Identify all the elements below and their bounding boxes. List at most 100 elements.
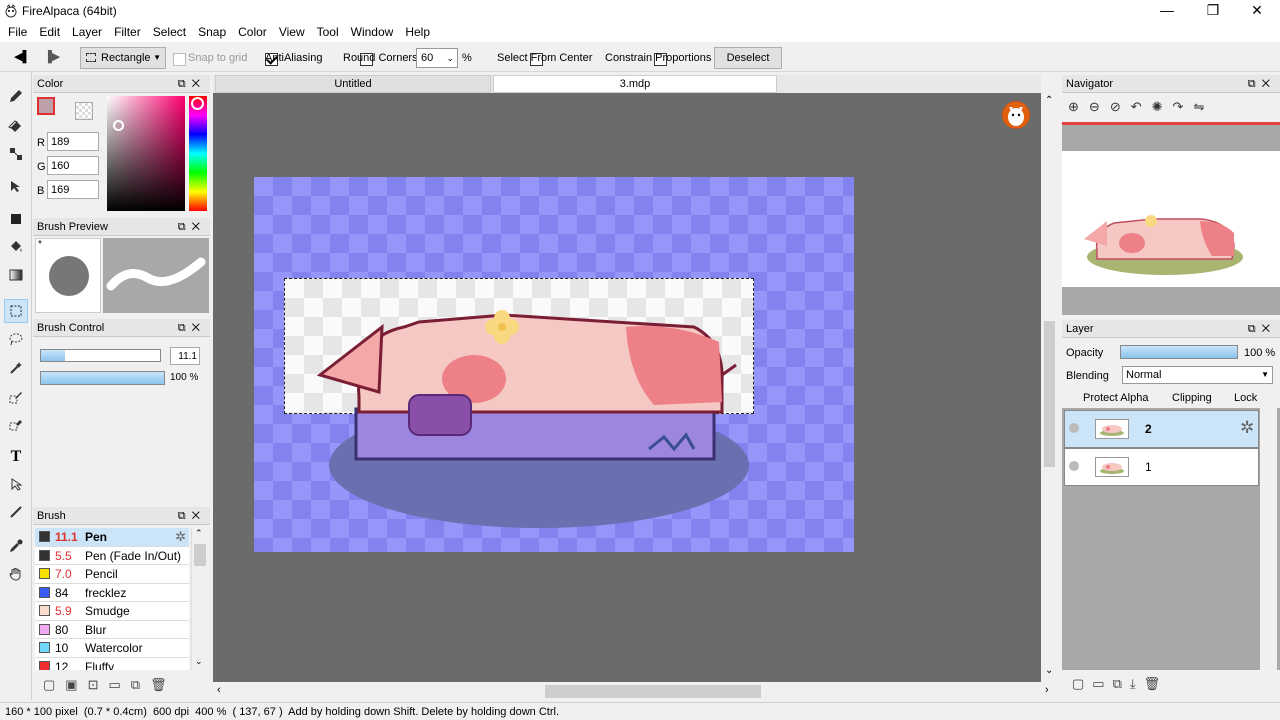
duplicate-layer-icon[interactable]: ⧉ [1113, 676, 1130, 691]
snap-to-grid-checkbox[interactable] [173, 53, 186, 67]
transform-tool-icon[interactable] [4, 142, 28, 166]
alpaca-mascot-icon[interactable] [1002, 101, 1030, 129]
lasso-tool-icon[interactable] [4, 327, 28, 351]
panel-controls-icon[interactable]: ⧉✕ [178, 218, 206, 236]
gear-icon[interactable]: ✲ [1240, 418, 1254, 438]
menu-filter[interactable]: Filter [108, 22, 147, 42]
menu-view[interactable]: View [273, 22, 311, 42]
menu-edit[interactable]: Edit [33, 22, 66, 42]
corner-radius-select[interactable]: 60 ⌄ [416, 48, 458, 68]
scroll-down-icon[interactable]: ⌄ [195, 656, 203, 667]
move-tool-icon[interactable] [4, 174, 28, 198]
new-folder-icon[interactable]: ▭ [1092, 676, 1112, 691]
panel-controls-icon[interactable]: ⧉✕ [1248, 75, 1276, 93]
brush-size-slider[interactable] [40, 349, 161, 362]
text-tool-icon[interactable]: T [4, 445, 28, 469]
menu-window[interactable]: Window [345, 22, 400, 42]
eyedropper-tool-icon[interactable] [4, 534, 28, 558]
select-eraser-tool-icon[interactable] [4, 412, 28, 436]
layer-opacity-slider[interactable] [1120, 345, 1238, 359]
tab-untitled[interactable]: Untitled [215, 75, 491, 93]
merge-down-icon[interactable]: ⤓ [1130, 676, 1144, 691]
brush-item-pencil[interactable]: 7.0 Pencil [35, 565, 189, 584]
scroll-thumb[interactable] [1044, 321, 1055, 467]
panel-controls-icon[interactable]: ⧉✕ [178, 319, 206, 337]
trash-icon[interactable]: 🗑 [1144, 676, 1169, 691]
menu-help[interactable]: Help [399, 22, 436, 42]
zoom-out-icon[interactable]: ⊖ [1089, 99, 1110, 114]
operation-tool-icon[interactable] [4, 472, 28, 496]
brush-size-input[interactable] [170, 347, 200, 365]
visibility-icon[interactable] [1069, 423, 1079, 433]
saturation-value-picker[interactable] [107, 96, 185, 211]
deselect-button[interactable]: Deselect [714, 47, 782, 69]
zoom-fit-icon[interactable]: ⊘ [1110, 99, 1131, 114]
brush-list-scrollbar[interactable]: ⌃ ⌄ [191, 528, 207, 670]
panel-controls-icon[interactable]: ⧉✕ [178, 75, 206, 93]
divide-tool-icon[interactable] [4, 500, 28, 524]
copy-brush-icon[interactable]: ⧉ [131, 677, 150, 692]
scroll-up-icon[interactable]: ⌃ [1045, 95, 1053, 106]
hue-slider[interactable] [189, 96, 207, 211]
tab-3-mdp[interactable]: 3.mdp [493, 75, 777, 93]
brush-item-fluffy[interactable]: 12 Fluffy [35, 657, 189, 670]
brush-item-blur[interactable]: 80 Blur [35, 620, 189, 639]
rotate-left-icon[interactable]: ↶ [1131, 99, 1152, 114]
rotate-right-icon[interactable]: ↷ [1173, 99, 1194, 114]
gear-icon[interactable]: ✲ [175, 529, 186, 545]
canvas-horizontal-scrollbar[interactable]: ‹ › [213, 682, 1058, 700]
menu-color[interactable]: Color [232, 22, 273, 42]
canvas-vertical-scrollbar[interactable]: ⌃ ⌄ [1041, 93, 1058, 682]
folder-icon[interactable]: ▭ [109, 677, 131, 692]
gradient-tool-icon[interactable] [4, 263, 28, 287]
menu-tool[interactable]: Tool [311, 22, 345, 42]
magic-wand-tool-icon[interactable] [4, 356, 28, 380]
minimize-button[interactable]: — [1144, 0, 1190, 22]
next-icon[interactable]: ▐▶ [44, 50, 60, 63]
brush-item-frecklez[interactable]: 84 frecklez [35, 583, 189, 602]
scroll-left-icon[interactable]: ‹ [217, 684, 221, 696]
import-brush-icon[interactable]: ⊡ [88, 677, 109, 692]
menu-select[interactable]: Select [147, 22, 192, 42]
scroll-thumb[interactable] [545, 685, 761, 698]
layer-row-1[interactable]: 1 [1064, 448, 1259, 486]
brush-item-watercolor[interactable]: 10 Watercolor [35, 639, 189, 658]
eraser-tool-icon[interactable] [4, 113, 28, 137]
pen-tool-icon[interactable] [4, 84, 28, 108]
layer-row-2[interactable]: 2 ✲ [1064, 410, 1259, 448]
g-input[interactable] [47, 156, 99, 175]
brush-item-pen[interactable]: 11.1 Pen ✲ [35, 528, 189, 547]
primary-color-swatch[interactable] [37, 97, 55, 115]
canvas-viewport[interactable] [213, 93, 1041, 682]
fill-rect-tool-icon[interactable] [4, 207, 28, 231]
brush-item-pen-fade[interactable]: 5.5 Pen (Fade In/Out) [35, 546, 189, 565]
prev-icon[interactable]: ◀▌ [14, 50, 30, 63]
menu-snap[interactable]: Snap [192, 22, 232, 42]
zoom-in-icon[interactable]: ⊕ [1068, 99, 1089, 114]
b-input[interactable] [47, 180, 99, 199]
scroll-down-icon[interactable]: ⌄ [1045, 665, 1053, 676]
drawing-canvas[interactable] [254, 177, 854, 552]
brush-item-smudge[interactable]: 5.9 Smudge [35, 602, 189, 621]
new-brush-icon[interactable]: ▢ [43, 677, 65, 692]
navigator-preview[interactable] [1062, 125, 1280, 315]
menu-layer[interactable]: Layer [66, 22, 108, 42]
scroll-right-icon[interactable]: › [1045, 684, 1049, 696]
flip-icon[interactable]: ⇋ [1193, 99, 1214, 114]
shape-select-dropdown[interactable]: Rectangle ▼ [80, 47, 166, 69]
scroll-up-icon[interactable]: ⌃ [195, 528, 203, 539]
transparent-color-swatch[interactable] [75, 102, 93, 120]
panel-controls-icon[interactable]: ⧉✕ [178, 507, 206, 525]
bucket-tool-icon[interactable] [4, 234, 28, 258]
close-button[interactable]: ✕ [1234, 0, 1280, 22]
r-input[interactable] [47, 132, 99, 151]
panel-controls-icon[interactable]: ⧉✕ [1248, 320, 1276, 338]
duplicate-brush-icon[interactable]: ▣ [65, 677, 87, 692]
layer-list-scrollbar[interactable] [1260, 408, 1277, 670]
maximize-button[interactable]: ❐ [1190, 0, 1236, 22]
brush-opacity-slider[interactable] [40, 371, 165, 385]
visibility-icon[interactable] [1069, 461, 1079, 471]
hand-tool-icon[interactable] [4, 562, 28, 586]
trash-icon[interactable]: 🗑 [150, 677, 177, 692]
new-layer-icon[interactable]: ▢ [1072, 676, 1092, 691]
